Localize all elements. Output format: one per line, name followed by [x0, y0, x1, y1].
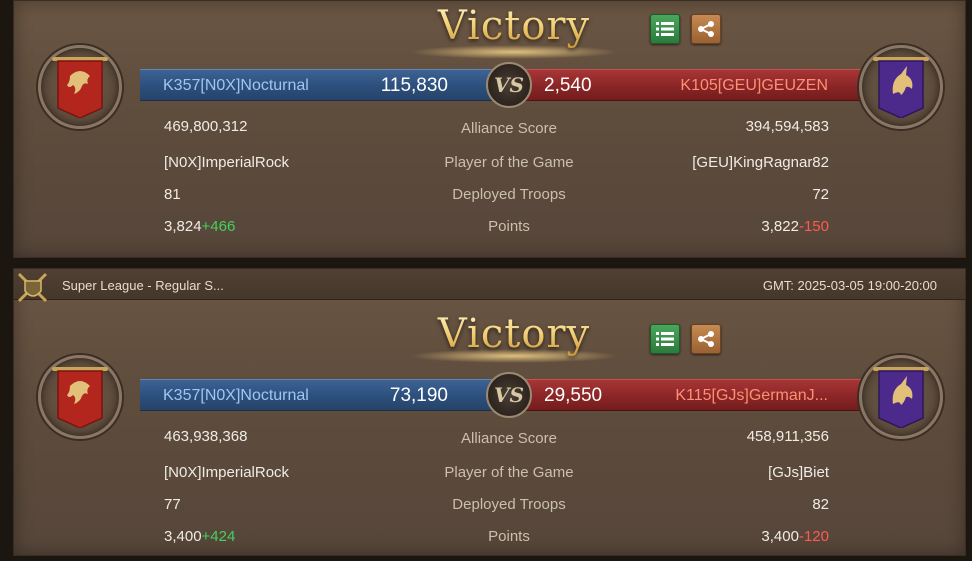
vs-badge: VS — [486, 62, 532, 108]
left-player-of-game[interactable]: [N0X]ImperialRock — [164, 154, 289, 171]
left-team-name[interactable]: K357[N0X]Nocturnal — [163, 387, 309, 405]
right-team-score: 2,540 — [544, 75, 592, 96]
share-icon — [698, 331, 714, 347]
left-team-score: 115,830 — [380, 75, 448, 96]
player-of-game-label: Player of the Game — [444, 154, 574, 171]
right-points: 3,822-150 — [761, 218, 829, 235]
right-alliance-score: 458,911,356 — [746, 428, 829, 445]
left-points-delta: +424 — [201, 528, 236, 545]
share-icon — [698, 21, 714, 37]
left-alliance-emblem[interactable] — [38, 45, 122, 129]
share-button[interactable] — [691, 324, 721, 354]
right-player-of-game[interactable]: [GEU]KingRagnar82 — [692, 154, 829, 171]
left-points-delta: +466 — [201, 218, 236, 235]
deployed-troops-label: Deployed Troops — [452, 496, 566, 513]
right-alliance-emblem[interactable] — [859, 45, 943, 129]
purple-unicorn-banner-icon — [873, 367, 929, 428]
purple-unicorn-banner-icon — [873, 57, 929, 118]
right-points-value: 3,400 — [761, 528, 799, 545]
left-points-value: 3,400 — [164, 528, 202, 545]
left-player-of-game[interactable]: [N0X]ImperialRock — [164, 464, 289, 481]
victory-title: Victory — [399, 3, 629, 49]
right-points-delta: -150 — [798, 218, 829, 235]
victory-title: Victory — [399, 311, 629, 357]
points-label: Points — [488, 218, 530, 235]
list-button[interactable] — [650, 324, 680, 354]
list-button[interactable] — [650, 14, 680, 44]
list-icon — [656, 22, 674, 36]
right-points: 3,400-120 — [761, 528, 829, 545]
red-dragon-banner-icon — [52, 57, 108, 118]
left-points: 3,400+424 — [164, 528, 235, 545]
left-alliance-score: 463,938,368 — [164, 428, 248, 445]
right-deployed-troops: 82 — [812, 496, 829, 513]
list-icon — [656, 332, 674, 346]
right-points-value: 3,822 — [761, 218, 799, 235]
battle-result-card-1: Victory K357[N0X]Nocturnal 115,830 2,540… — [13, 0, 966, 258]
share-button[interactable] — [691, 14, 721, 44]
left-team-name[interactable]: K357[N0X]Nocturnal — [163, 77, 309, 95]
right-deployed-troops: 72 — [812, 186, 829, 203]
right-alliance-emblem[interactable] — [859, 355, 943, 439]
player-of-game-label: Player of the Game — [444, 464, 574, 481]
left-points: 3,824+466 — [164, 218, 235, 235]
deployed-troops-label: Deployed Troops — [452, 186, 566, 203]
crossed-swords-shield-icon — [16, 271, 48, 303]
right-team-name[interactable]: K105[GEU]GEUZEN — [680, 77, 828, 95]
left-deployed-troops: 81 — [164, 186, 181, 203]
left-points-value: 3,824 — [164, 218, 202, 235]
league-name: Super League - Regular S... — [62, 278, 224, 293]
right-alliance-score: 394,594,583 — [745, 118, 829, 135]
alliance-score-label: Alliance Score — [461, 120, 557, 137]
red-dragon-banner-icon — [52, 367, 108, 428]
right-points-delta: -120 — [798, 528, 829, 545]
right-team-name[interactable]: K115[GJs]GermanJ... — [675, 387, 828, 405]
left-team-score: 73,190 — [389, 385, 448, 406]
left-alliance-score: 469,800,312 — [164, 118, 248, 135]
right-player-of-game[interactable]: [GJs]Biet — [768, 464, 829, 481]
left-deployed-troops: 77 — [164, 496, 181, 513]
right-team-score: 29,550 — [544, 385, 603, 406]
battle-result-card-2: Super League - Regular S... GMT: 2025-03… — [13, 268, 966, 556]
match-time: GMT: 2025-03-05 19:00-20:00 — [762, 278, 937, 293]
points-label: Points — [488, 528, 530, 545]
vs-badge: VS — [486, 372, 532, 418]
left-alliance-emblem[interactable] — [38, 355, 122, 439]
alliance-score-label: Alliance Score — [461, 430, 557, 447]
